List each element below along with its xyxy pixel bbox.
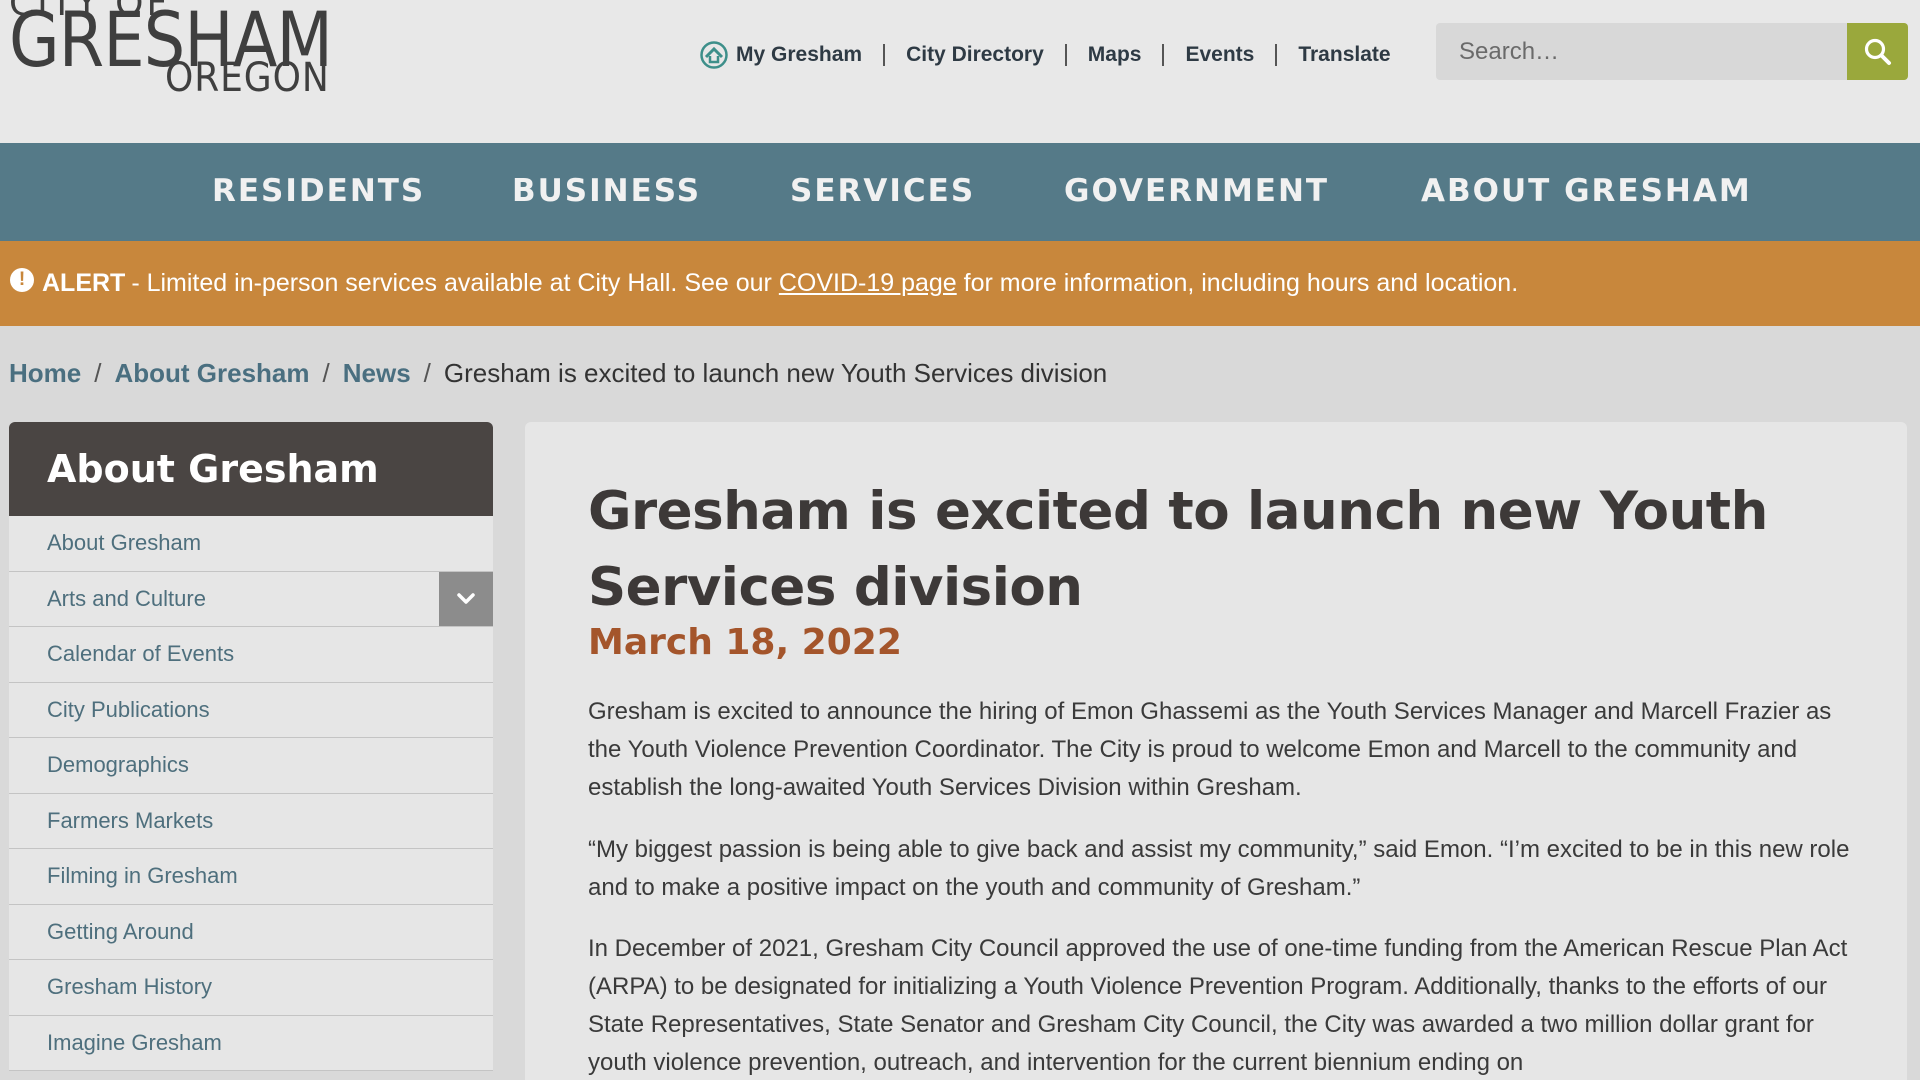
- utility-link-my-gresham[interactable]: My Gresham: [700, 41, 883, 69]
- sidebar-item-city-publications[interactable]: City Publications: [9, 682, 493, 738]
- expand-toggle-button[interactable]: [439, 571, 493, 626]
- sidebar-item-label: About Gresham: [47, 530, 202, 556]
- sidebar-item-label: Demographics: [47, 752, 189, 778]
- sidebar-item-filming-in-gresham[interactable]: Filming in Gresham: [9, 849, 493, 905]
- sidebar-item-label: Gresham History: [47, 974, 213, 1000]
- breadcrumb-separator: /: [423, 358, 431, 388]
- utility-link-label: Events: [1185, 43, 1255, 66]
- alert-banner: ! ALERT - Limited in-person services ava…: [0, 241, 1920, 326]
- alert-text-before: - Limited in-person services available a…: [131, 269, 772, 297]
- sidebar-item-label: Calendar of Events: [47, 641, 235, 667]
- sidebar-title: About Gresham: [9, 422, 493, 516]
- sidebar-item-imagine-gresham[interactable]: Imagine Gresham: [9, 1015, 493, 1071]
- utility-link-events[interactable]: Events: [1162, 44, 1275, 66]
- breadcrumb-separator: /: [322, 358, 330, 388]
- article-panel: Gresham is excited to launch new Youth S…: [525, 422, 1907, 1080]
- utility-link-translate[interactable]: Translate: [1275, 44, 1411, 66]
- sidebar: About Gresham About Gresham Arts and Cul…: [9, 422, 493, 1071]
- sidebar-item-getting-around[interactable]: Getting Around: [9, 904, 493, 960]
- sidebar-item-label: Filming in Gresham: [47, 863, 238, 889]
- breadcrumb-news[interactable]: News: [343, 358, 411, 389]
- alert-text-after: for more information, including hours an…: [963, 269, 1519, 297]
- site-header: CITY OF GRESHAM OREGON My Gresham City D…: [0, 0, 1920, 143]
- sidebar-item-arts-and-culture[interactable]: Arts and Culture: [9, 571, 493, 627]
- nav-services[interactable]: SERVICES: [790, 173, 975, 209]
- utility-link-city-directory[interactable]: City Directory: [883, 44, 1065, 66]
- sidebar-item-about-gresham[interactable]: About Gresham: [9, 516, 493, 572]
- breadcrumb: Home / About Gresham / News / Gresham is…: [9, 358, 1107, 389]
- nav-about-gresham[interactable]: ABOUT GRESHAM: [1421, 173, 1752, 209]
- sidebar-item-farmers-markets[interactable]: Farmers Markets: [9, 793, 493, 849]
- article-title: Gresham is excited to launch new Youth S…: [588, 481, 1768, 618]
- utility-link-label: My Gresham: [736, 43, 863, 66]
- house-icon: [700, 41, 728, 69]
- utility-link-label: Translate: [1298, 43, 1391, 66]
- utility-link-label: Maps: [1087, 43, 1142, 66]
- article-paragraph: In December of 2021, Gresham City Counci…: [588, 935, 1848, 1076]
- breadcrumb-home[interactable]: Home: [9, 358, 81, 389]
- breadcrumb-about-gresham[interactable]: About Gresham: [114, 358, 309, 389]
- search-input[interactable]: [1436, 23, 1847, 80]
- search-button[interactable]: [1847, 23, 1908, 80]
- nav-business[interactable]: BUSINESS: [512, 173, 701, 209]
- city-logo[interactable]: CITY OF GRESHAM OREGON: [9, 0, 349, 116]
- search-bar: [1436, 23, 1908, 80]
- nav-residents[interactable]: RESIDENTS: [212, 173, 425, 209]
- article-date: March 18, 2022: [588, 622, 902, 663]
- sidebar-item-calendar-of-events[interactable]: Calendar of Events: [9, 627, 493, 683]
- article-paragraph: “My biggest passion is being able to giv…: [588, 836, 1850, 901]
- sidebar-item-label: City Publications: [47, 696, 210, 722]
- nav-government[interactable]: GOVERNMENT: [1064, 173, 1329, 209]
- article-paragraph: Gresham is excited to announce the hirin…: [588, 698, 1832, 801]
- sidebar-item-label: Getting Around: [47, 918, 194, 944]
- search-icon: [1864, 38, 1891, 65]
- sidebar-item-label: Imagine Gresham: [47, 1029, 222, 1055]
- breadcrumb-current: Gresham is excited to launch new Youth S…: [443, 358, 1108, 388]
- covid-page-link[interactable]: COVID-19 page: [779, 269, 957, 298]
- sidebar-item-label: Farmers Markets: [47, 807, 214, 833]
- sidebar-item-demographics[interactable]: Demographics: [9, 738, 493, 794]
- utility-nav: My Gresham City Directory Maps Events Tr…: [700, 40, 1412, 70]
- logo-line-oregon: OREGON: [165, 55, 330, 101]
- chevron-down-icon: [457, 593, 475, 604]
- alert-label: ALERT: [42, 269, 126, 297]
- sidebar-item-label: Arts and Culture: [47, 585, 206, 611]
- utility-link-maps[interactable]: Maps: [1064, 43, 1163, 66]
- main-nav: RESIDENTS BUSINESS SERVICES GOVERNMENT A…: [0, 143, 1920, 241]
- utility-link-label: City Directory: [906, 43, 1044, 66]
- breadcrumb-separator: /: [94, 358, 102, 388]
- exclamation-icon: !: [10, 267, 34, 292]
- sidebar-item-gresham-history[interactable]: Gresham History: [9, 960, 493, 1016]
